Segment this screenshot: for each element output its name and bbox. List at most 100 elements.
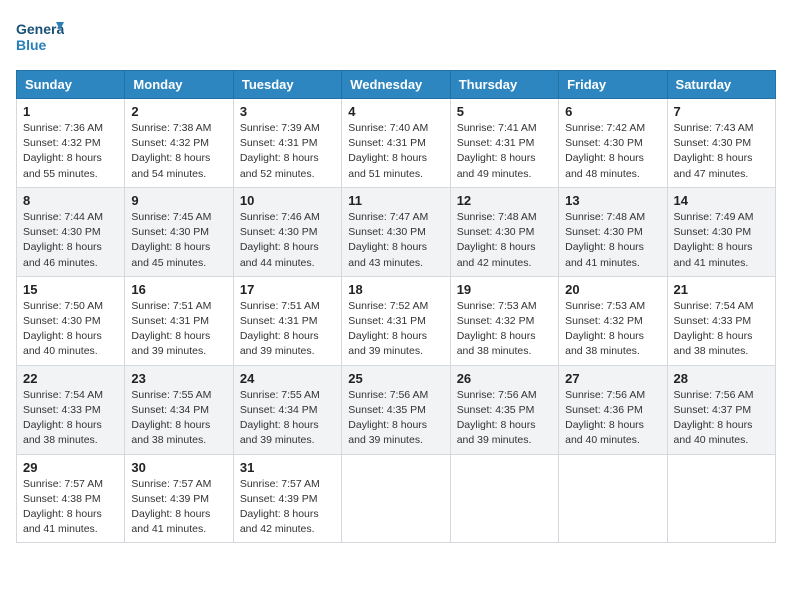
day-number: 13: [565, 193, 660, 208]
day-info: Sunrise: 7:43 AMSunset: 4:30 PMDaylight:…: [674, 121, 769, 182]
calendar-cell: 21Sunrise: 7:54 AMSunset: 4:33 PMDayligh…: [667, 276, 775, 365]
calendar-cell: 12 Sunrise: 7:48 AMSunset: 4:30 PMDayligh…: [450, 187, 558, 276]
day-info: Sunrise: 7:52 AMSunset: 4:31 PMDaylight:…: [348, 299, 443, 360]
weekday-header-wednesday: Wednesday: [342, 71, 450, 99]
day-number: 14: [674, 193, 769, 208]
day-info: Sunrise: 7:56 AMSunset: 4:37 PMDaylight:…: [674, 388, 769, 449]
calendar-cell: 10 Sunrise: 7:46 AMSunset: 4:30 PMDayligh…: [233, 187, 341, 276]
day-number: 7: [674, 104, 769, 119]
weekday-header-monday: Monday: [125, 71, 233, 99]
day-info: Sunrise: 7:44 AMSunset: 4:30 PMDaylight:…: [23, 210, 118, 271]
calendar-cell: 23 Sunrise: 7:55 AMSunset: 4:34 PMDayligh…: [125, 365, 233, 454]
day-number: 29: [23, 460, 118, 475]
day-number: 6: [565, 104, 660, 119]
svg-text:Blue: Blue: [16, 37, 47, 53]
calendar-cell: 13Sunrise: 7:48 AMSunset: 4:30 PMDayligh…: [559, 187, 667, 276]
calendar-cell: 5Sunrise: 7:41 AMSunset: 4:31 PMDaylight…: [450, 99, 558, 188]
calendar-week-row: 1 Sunrise: 7:36 AMSunset: 4:32 PMDaylight…: [17, 99, 776, 188]
calendar-cell: 20 Sunrise: 7:53 AMSunset: 4:32 PMDayligh…: [559, 276, 667, 365]
day-info: Sunrise: 7:53 AMSunset: 4:32 PMDaylight:…: [457, 299, 552, 360]
day-info: Sunrise: 7:39 AMSunset: 4:31 PMDaylight:…: [240, 121, 335, 182]
calendar-cell: 25 Sunrise: 7:56 AMSunset: 4:35 PMDayligh…: [342, 365, 450, 454]
calendar-week-row: 29 Sunrise: 7:57 AMSunset: 4:38 PMDayligh…: [17, 454, 776, 543]
weekday-header-tuesday: Tuesday: [233, 71, 341, 99]
day-number: 17: [240, 282, 335, 297]
calendar-cell: 15Sunrise: 7:50 AMSunset: 4:30 PMDayligh…: [17, 276, 125, 365]
logo: General Blue: [16, 16, 64, 60]
calendar-header-row: SundayMondayTuesdayWednesdayThursdayFrid…: [17, 71, 776, 99]
calendar-cell: 7 Sunrise: 7:43 AMSunset: 4:30 PMDaylight…: [667, 99, 775, 188]
day-info: Sunrise: 7:42 AMSunset: 4:30 PMDaylight:…: [565, 121, 660, 182]
day-info: Sunrise: 7:57 AMSunset: 4:39 PMDaylight:…: [131, 477, 226, 538]
calendar-table: SundayMondayTuesdayWednesdayThursdayFrid…: [16, 70, 776, 543]
calendar-cell: 29 Sunrise: 7:57 AMSunset: 4:38 PMDayligh…: [17, 454, 125, 543]
day-info: Sunrise: 7:46 AMSunset: 4:30 PMDaylight:…: [240, 210, 335, 271]
day-number: 18: [348, 282, 443, 297]
day-info: Sunrise: 7:51 AMSunset: 4:31 PMDaylight:…: [131, 299, 226, 360]
day-info: Sunrise: 7:57 AMSunset: 4:38 PMDaylight:…: [23, 477, 118, 538]
day-number: 1: [23, 104, 118, 119]
calendar-cell: 28 Sunrise: 7:56 AMSunset: 4:37 PMDayligh…: [667, 365, 775, 454]
calendar-cell: 19 Sunrise: 7:53 AMSunset: 4:32 PMDayligh…: [450, 276, 558, 365]
day-info: Sunrise: 7:38 AMSunset: 4:32 PMDaylight:…: [131, 121, 226, 182]
page-header: General Blue: [16, 16, 776, 60]
day-number: 27: [565, 371, 660, 386]
calendar-cell: [450, 454, 558, 543]
day-info: Sunrise: 7:56 AMSunset: 4:36 PMDaylight:…: [565, 388, 660, 449]
calendar-cell: [342, 454, 450, 543]
calendar-cell: 1 Sunrise: 7:36 AMSunset: 4:32 PMDaylight…: [17, 99, 125, 188]
calendar-cell: 30Sunrise: 7:57 AMSunset: 4:39 PMDayligh…: [125, 454, 233, 543]
day-info: Sunrise: 7:48 AMSunset: 4:30 PMDaylight:…: [457, 210, 552, 271]
day-number: 3: [240, 104, 335, 119]
day-number: 16: [131, 282, 226, 297]
day-info: Sunrise: 7:49 AMSunset: 4:30 PMDaylight:…: [674, 210, 769, 271]
weekday-header-thursday: Thursday: [450, 71, 558, 99]
calendar-week-row: 15Sunrise: 7:50 AMSunset: 4:30 PMDayligh…: [17, 276, 776, 365]
calendar-cell: 22Sunrise: 7:54 AMSunset: 4:33 PMDayligh…: [17, 365, 125, 454]
calendar-cell: 2 Sunrise: 7:38 AMSunset: 4:32 PMDaylight…: [125, 99, 233, 188]
calendar-cell: 27 Sunrise: 7:56 AMSunset: 4:36 PMDayligh…: [559, 365, 667, 454]
day-info: Sunrise: 7:56 AMSunset: 4:35 PMDaylight:…: [457, 388, 552, 449]
day-number: 20: [565, 282, 660, 297]
day-number: 22: [23, 371, 118, 386]
day-number: 26: [457, 371, 552, 386]
calendar-cell: [559, 454, 667, 543]
day-number: 4: [348, 104, 443, 119]
day-info: Sunrise: 7:54 AMSunset: 4:33 PMDaylight:…: [674, 299, 769, 360]
calendar-cell: 17 Sunrise: 7:51 AMSunset: 4:31 PMDayligh…: [233, 276, 341, 365]
calendar-week-row: 8Sunrise: 7:44 AMSunset: 4:30 PMDaylight…: [17, 187, 776, 276]
calendar-cell: 6 Sunrise: 7:42 AMSunset: 4:30 PMDaylight…: [559, 99, 667, 188]
day-number: 9: [131, 193, 226, 208]
day-number: 24: [240, 371, 335, 386]
calendar-cell: 8Sunrise: 7:44 AMSunset: 4:30 PMDaylight…: [17, 187, 125, 276]
day-info: Sunrise: 7:51 AMSunset: 4:31 PMDaylight:…: [240, 299, 335, 360]
day-info: Sunrise: 7:41 AMSunset: 4:31 PMDaylight:…: [457, 121, 552, 182]
calendar-cell: 18 Sunrise: 7:52 AMSunset: 4:31 PMDayligh…: [342, 276, 450, 365]
day-info: Sunrise: 7:56 AMSunset: 4:35 PMDaylight:…: [348, 388, 443, 449]
day-number: 2: [131, 104, 226, 119]
calendar-cell: 3 Sunrise: 7:39 AMSunset: 4:31 PMDaylight…: [233, 99, 341, 188]
day-number: 11: [348, 193, 443, 208]
day-number: 25: [348, 371, 443, 386]
day-number: 19: [457, 282, 552, 297]
day-info: Sunrise: 7:40 AMSunset: 4:31 PMDaylight:…: [348, 121, 443, 182]
logo-svg: General Blue: [16, 16, 64, 60]
calendar-cell: 14 Sunrise: 7:49 AMSunset: 4:30 PMDayligh…: [667, 187, 775, 276]
day-info: Sunrise: 7:57 AMSunset: 4:39 PMDaylight:…: [240, 477, 335, 538]
weekday-header-saturday: Saturday: [667, 71, 775, 99]
calendar-cell: 4 Sunrise: 7:40 AMSunset: 4:31 PMDaylight…: [342, 99, 450, 188]
calendar-cell: [667, 454, 775, 543]
calendar-cell: 9 Sunrise: 7:45 AMSunset: 4:30 PMDaylight…: [125, 187, 233, 276]
day-info: Sunrise: 7:55 AMSunset: 4:34 PMDaylight:…: [131, 388, 226, 449]
day-number: 12: [457, 193, 552, 208]
day-info: Sunrise: 7:36 AMSunset: 4:32 PMDaylight:…: [23, 121, 118, 182]
day-number: 23: [131, 371, 226, 386]
day-info: Sunrise: 7:53 AMSunset: 4:32 PMDaylight:…: [565, 299, 660, 360]
day-number: 28: [674, 371, 769, 386]
day-number: 10: [240, 193, 335, 208]
day-info: Sunrise: 7:47 AMSunset: 4:30 PMDaylight:…: [348, 210, 443, 271]
calendar-week-row: 22Sunrise: 7:54 AMSunset: 4:33 PMDayligh…: [17, 365, 776, 454]
weekday-header-friday: Friday: [559, 71, 667, 99]
calendar-cell: 11 Sunrise: 7:47 AMSunset: 4:30 PMDayligh…: [342, 187, 450, 276]
day-info: Sunrise: 7:45 AMSunset: 4:30 PMDaylight:…: [131, 210, 226, 271]
